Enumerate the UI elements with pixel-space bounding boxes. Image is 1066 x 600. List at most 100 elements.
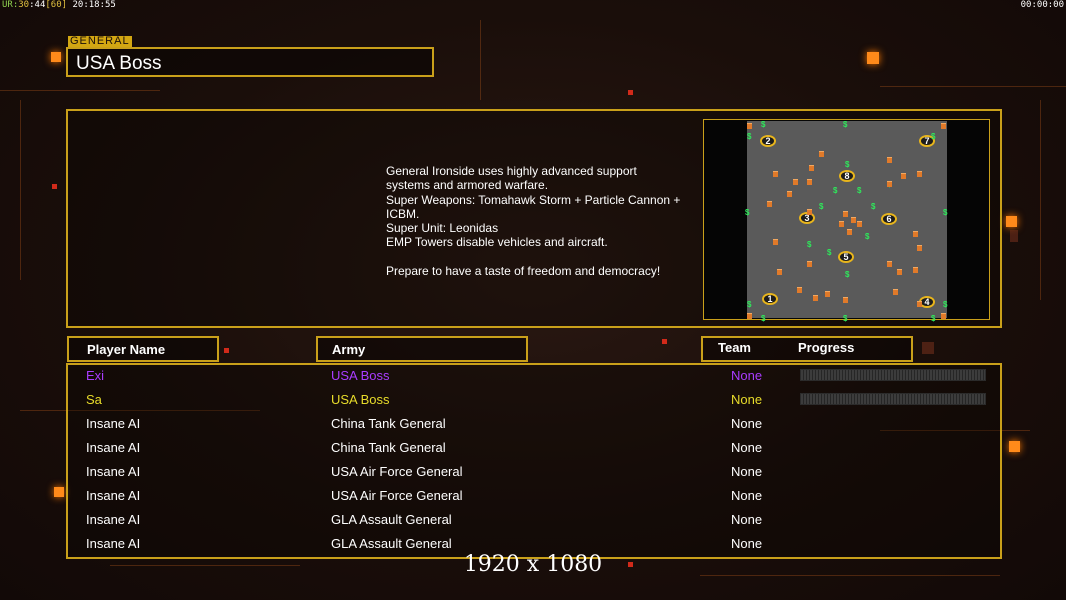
player-table: Exi USA Boss None Sa USA Boss None Insane AI Ch… bbox=[66, 363, 1002, 559]
player-army: USA Air Force General bbox=[331, 488, 463, 503]
game-clock: 00:00:00 bbox=[1020, 0, 1064, 10]
deco-square bbox=[224, 348, 229, 353]
minimap-building bbox=[777, 269, 782, 275]
player-team: None bbox=[731, 488, 763, 503]
table-row: Insane AI USA Air Force General None bbox=[68, 486, 1000, 510]
minimap-terrain: 12345678$$$$$$$$$$$$$$$$$$$$$ bbox=[745, 120, 948, 323]
deco-square bbox=[54, 487, 64, 497]
table-row: Insane AI China Tank General None bbox=[68, 438, 1000, 462]
minimap-building bbox=[813, 295, 818, 301]
player-team: None bbox=[731, 368, 763, 383]
supply-dollar-icon: $ bbox=[761, 120, 766, 129]
deco-square bbox=[628, 90, 633, 95]
minimap-building bbox=[897, 269, 902, 275]
minimap-building bbox=[843, 211, 848, 217]
deco-square bbox=[1006, 216, 1017, 227]
player-team: None bbox=[731, 440, 763, 455]
deco-square bbox=[662, 339, 667, 344]
header-player-name: Player Name bbox=[67, 336, 219, 362]
minimap-building bbox=[747, 313, 752, 319]
minimap-building bbox=[913, 267, 918, 273]
player-army: GLA Assault General bbox=[331, 512, 452, 527]
fps-label: UR: bbox=[2, 0, 19, 10]
supply-dollar-icon: $ bbox=[745, 208, 750, 217]
supply-dollar-icon: $ bbox=[857, 186, 862, 195]
minimap-building bbox=[747, 123, 752, 129]
fps-cap: [60] bbox=[45, 0, 68, 10]
minimap-building bbox=[767, 201, 772, 207]
minimap-building bbox=[887, 261, 892, 267]
player-name: Exi bbox=[86, 368, 105, 383]
start-position-marker[interactable]: 5 bbox=[838, 251, 854, 263]
minimap-building bbox=[807, 179, 812, 185]
player-army: USA Boss bbox=[331, 368, 390, 383]
minimap-building bbox=[913, 231, 918, 237]
start-position-marker[interactable]: 1 bbox=[762, 293, 778, 305]
supply-dollar-icon: $ bbox=[747, 300, 752, 309]
minimap-building bbox=[787, 191, 792, 197]
player-team: None bbox=[731, 512, 763, 527]
minimap: 12345678$$$$$$$$$$$$$$$$$$$$$ bbox=[703, 119, 990, 323]
player-name: Insane AI bbox=[86, 464, 141, 479]
supply-dollar-icon: $ bbox=[931, 132, 936, 141]
header-team-progress: Team Progress bbox=[701, 336, 913, 362]
header-army-label: Army bbox=[332, 342, 366, 357]
player-army: China Tank General bbox=[331, 416, 446, 431]
minimap-building bbox=[793, 179, 798, 185]
table-row: Sa USA Boss None bbox=[68, 390, 1000, 414]
minimap-building bbox=[857, 221, 862, 227]
minimap-building bbox=[825, 291, 830, 297]
player-team: None bbox=[731, 416, 763, 431]
supply-dollar-icon: $ bbox=[827, 248, 832, 257]
start-position-marker[interactable]: 8 bbox=[839, 170, 855, 182]
supply-dollar-icon: $ bbox=[943, 300, 948, 309]
general-description: General Ironside uses highly advanced su… bbox=[386, 164, 681, 279]
player-army: China Tank General bbox=[331, 440, 446, 455]
player-name: Insane AI bbox=[86, 416, 141, 431]
player-name: Sa bbox=[86, 392, 102, 407]
minimap-building bbox=[819, 151, 824, 157]
player-team: None bbox=[731, 536, 763, 551]
deco-square bbox=[52, 184, 57, 189]
general-label: GENERAL bbox=[68, 35, 132, 47]
deco-line bbox=[20, 100, 21, 280]
minimap-building bbox=[887, 181, 892, 187]
deco-square bbox=[1010, 230, 1018, 242]
supply-dollar-icon: $ bbox=[843, 120, 848, 129]
minimap-building bbox=[887, 157, 892, 163]
supply-dollar-icon: $ bbox=[943, 208, 948, 217]
header-army: Army bbox=[316, 336, 528, 362]
fps-value: 30 bbox=[18, 0, 30, 10]
minimap-building bbox=[843, 297, 848, 303]
player-team: None bbox=[731, 392, 763, 407]
supply-dollar-icon: $ bbox=[807, 240, 812, 249]
minimap-building bbox=[893, 289, 898, 295]
table-row: Insane AI GLA Assault General None bbox=[68, 510, 1000, 534]
minimap-building bbox=[917, 245, 922, 251]
minimap-building bbox=[851, 217, 856, 223]
load-progress-bar bbox=[800, 369, 986, 381]
deco-line bbox=[1040, 100, 1041, 300]
load-progress-bar bbox=[800, 393, 986, 405]
minimap-building bbox=[809, 165, 814, 171]
supply-dollar-icon: $ bbox=[747, 132, 752, 141]
general-name: USA Boss bbox=[76, 53, 162, 74]
header-player-label: Player Name bbox=[87, 342, 166, 357]
table-row: Exi USA Boss None bbox=[68, 366, 1000, 390]
fps-readout: UR:30:44[60] 20:18:55 bbox=[2, 0, 116, 10]
player-name: Insane AI bbox=[86, 512, 141, 527]
player-team: None bbox=[731, 464, 763, 479]
header-team-label: Team bbox=[718, 340, 751, 355]
minimap-building bbox=[773, 171, 778, 177]
start-position-marker[interactable]: 6 bbox=[881, 213, 897, 225]
deco-square bbox=[1009, 441, 1020, 452]
supply-dollar-icon: $ bbox=[761, 314, 766, 323]
resolution-label: 1920 x 1080 bbox=[463, 552, 603, 577]
minimap-building bbox=[773, 239, 778, 245]
supply-dollar-icon: $ bbox=[931, 314, 936, 323]
start-position-marker[interactable]: 2 bbox=[760, 135, 776, 147]
minimap-building bbox=[807, 261, 812, 267]
minimap-building bbox=[807, 209, 812, 215]
player-army: USA Air Force General bbox=[331, 464, 463, 479]
player-name: Insane AI bbox=[86, 488, 141, 503]
